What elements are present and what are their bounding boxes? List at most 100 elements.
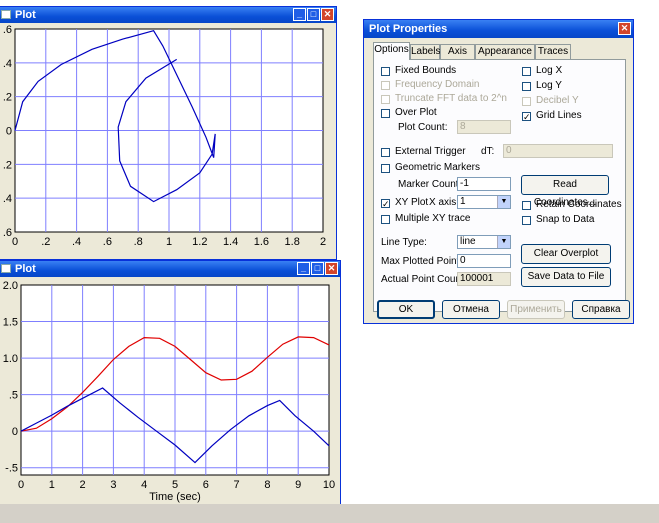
- x-tick-label: .2: [41, 236, 50, 248]
- x-axis-label: X axis:: [429, 197, 460, 208]
- line-type-select[interactable]: line ▼: [457, 235, 511, 249]
- plot-count-label: Plot Count:: [398, 122, 448, 133]
- x-tick-label: 6: [203, 479, 209, 491]
- tab-labels[interactable]: Labels: [410, 44, 440, 59]
- line-type-value: line: [460, 236, 476, 247]
- plot-window-1-title: Plot: [15, 9, 36, 21]
- grid-lines-checkbox[interactable]: ✓: [522, 112, 531, 122]
- xy-plot-checkbox[interactable]: ✓: [381, 199, 390, 209]
- log-x-label: Log X: [536, 65, 563, 76]
- multiple-xy-checkbox[interactable]: [381, 215, 390, 224]
- x-axis-select[interactable]: 1 ▼: [457, 195, 511, 209]
- x-tick-label: 2: [80, 479, 86, 491]
- chevron-down-icon[interactable]: ▼: [497, 236, 510, 248]
- actual-count-field: 100001: [457, 272, 511, 286]
- x-tick-label: 3: [110, 479, 116, 491]
- taskbar: [0, 504, 659, 523]
- line-type-label: Line Type:: [381, 237, 427, 248]
- x-tick-label: 1.4: [223, 236, 238, 248]
- x-tick-label: 1.8: [285, 236, 300, 248]
- maximize-icon[interactable]: □: [311, 262, 324, 275]
- x-tick-label: 4: [141, 479, 147, 491]
- marker-count-label: Marker Count:: [398, 179, 462, 190]
- fixed-bounds-checkbox[interactable]: [381, 67, 390, 76]
- marker-count-field[interactable]: -1: [457, 177, 511, 191]
- dt-label: dT:: [481, 146, 495, 157]
- maximize-icon[interactable]: □: [307, 8, 320, 21]
- x-tick-label: 5: [172, 479, 178, 491]
- plot-window-2-title: Plot: [15, 263, 36, 275]
- plot-window-1-titlebar[interactable]: Plot _ □ ✕: [0, 7, 336, 23]
- plot-window-1[interactable]: Plot _ □ ✕ 0 .2 .4 .6 .8 1 1.2 1.4 1.6 1.8 2 .6 .4 .2…: [0, 6, 337, 260]
- tab-options[interactable]: Options: [373, 42, 410, 60]
- x-tick-label: 0: [18, 479, 24, 491]
- x-tick-label: .8: [134, 236, 143, 248]
- save-data-button[interactable]: Save Data to File: [521, 267, 611, 287]
- y-tick-label: .6: [3, 24, 12, 36]
- x-tick-label: 1: [49, 479, 55, 491]
- truncate-fft-label: Truncate FFT data to 2^n: [395, 93, 507, 104]
- y-tick-label: .6: [3, 227, 12, 239]
- y-tick-label: .4: [3, 193, 12, 205]
- read-coordinates-button[interactable]: Read Coordinates...: [521, 175, 609, 208]
- y-tick-label: -.5: [5, 463, 18, 475]
- minimize-icon[interactable]: _: [293, 8, 306, 21]
- chevron-down-icon[interactable]: ▼: [497, 196, 510, 208]
- close-icon[interactable]: ✕: [325, 262, 338, 275]
- x-tick-label: .6: [103, 236, 112, 248]
- geometric-markers-label: Geometric Markers: [395, 162, 481, 173]
- frequency-domain-checkbox: [381, 81, 390, 90]
- x-tick-label: 10: [323, 479, 335, 491]
- y-tick-label: 1.0: [3, 353, 18, 365]
- external-trigger-checkbox[interactable]: [381, 148, 390, 157]
- x-tick-label: 8: [264, 479, 270, 491]
- tab-appearance[interactable]: Appearance: [475, 44, 535, 59]
- y-tick-label: .5: [9, 390, 18, 402]
- x-axis-label: Time (sec): [149, 491, 201, 503]
- y-tick-label: .2: [3, 159, 12, 171]
- plot-properties-dialog[interactable]: Plot Properties ✕ Options Labels Axis Ap…: [363, 19, 634, 324]
- dt-field: 0: [503, 144, 613, 158]
- tab-axis[interactable]: Axis: [440, 44, 475, 59]
- decibel-y-label: Decibel Y: [536, 95, 579, 106]
- ok-button[interactable]: OK: [377, 300, 435, 319]
- retain-coordinates-checkbox[interactable]: [522, 201, 531, 210]
- y-tick-label: 0: [6, 126, 12, 138]
- x-tick-label: 9: [295, 479, 301, 491]
- log-x-checkbox[interactable]: [522, 67, 531, 76]
- minimize-icon[interactable]: _: [297, 262, 310, 275]
- x-tick-label: 1: [166, 236, 172, 248]
- grid-lines-label: Grid Lines: [536, 110, 582, 121]
- geometric-markers-checkbox[interactable]: [381, 164, 390, 173]
- x-tick-label: .4: [72, 236, 81, 248]
- snap-to-data-label: Snap to Data: [536, 214, 595, 225]
- snap-to-data-checkbox[interactable]: [522, 216, 531, 225]
- tab-traces[interactable]: Traces: [535, 44, 571, 59]
- plot-window-2[interactable]: Plot _ □ ✕ 0 1 2 3 4 5 6 7 8 9 10 2.0 1.5 1.0.5 0 -.5 Ti…: [0, 260, 341, 508]
- external-trigger-label: External Trigger: [395, 146, 466, 157]
- help-button[interactable]: Справка: [572, 300, 630, 319]
- options-panel: Fixed Bounds Frequency Domain Truncate F…: [373, 59, 626, 312]
- log-y-checkbox[interactable]: [522, 82, 531, 91]
- close-icon[interactable]: ✕: [618, 22, 631, 35]
- x-tick-label: 1.2: [192, 236, 207, 248]
- decibel-y-checkbox: [522, 97, 531, 106]
- plot-1-chart: 0 .2 .4 .6 .8 1 1.2 1.4 1.6 1.8 2 .6 .4 .2 0 .2 .4 .6: [3, 24, 326, 248]
- plot-2-chart: 0 1 2 3 4 5 6 7 8 9 102.01.51.0.50-.5Time (sec): [3, 280, 335, 503]
- fixed-bounds-label: Fixed Bounds: [395, 65, 457, 76]
- x-tick-label: 7: [234, 479, 240, 491]
- max-points-field[interactable]: 0: [457, 254, 511, 268]
- xy-plot-label: XY Plot: [395, 197, 429, 208]
- retain-coordinates-label: Retain Coordinates: [536, 199, 622, 210]
- actual-count-label: Actual Point Count:: [381, 274, 467, 285]
- app-icon: [1, 264, 11, 273]
- close-icon[interactable]: ✕: [321, 8, 334, 21]
- app-icon: [1, 10, 11, 19]
- x-tick-label: 2: [320, 236, 326, 248]
- clear-overplot-button[interactable]: Clear Overplot: [521, 244, 611, 264]
- plot-window-2-titlebar[interactable]: Plot _ □ ✕: [0, 261, 340, 277]
- max-points-label: Max Plotted Points:: [381, 256, 468, 267]
- dialog-titlebar[interactable]: Plot Properties ✕: [364, 20, 633, 38]
- over-plot-checkbox[interactable]: [381, 109, 390, 118]
- cancel-button[interactable]: Отмена: [442, 300, 500, 319]
